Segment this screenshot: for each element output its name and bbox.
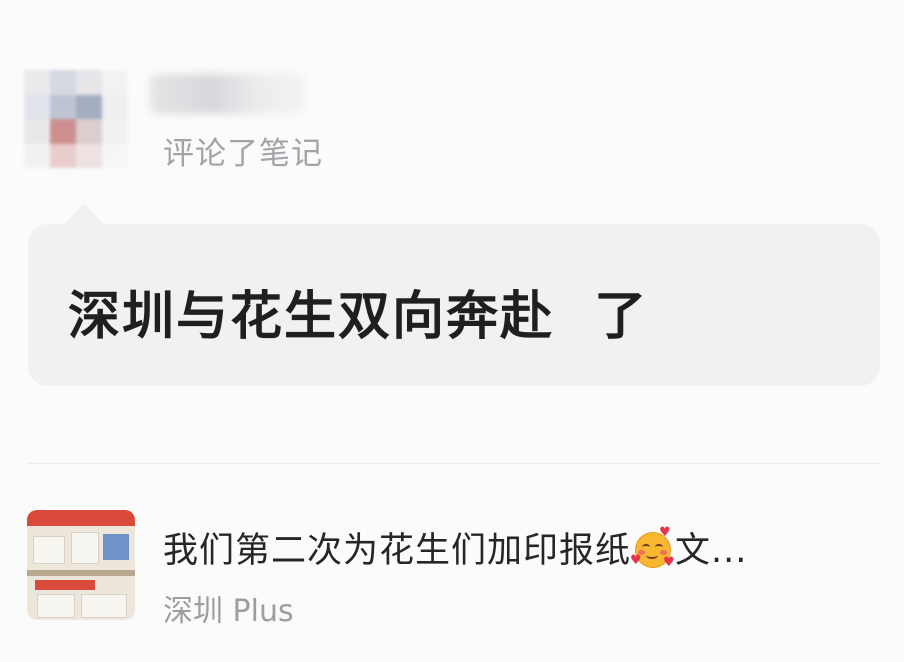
divider [28, 463, 880, 464]
comment-bubble[interactable]: 深圳与花生双向奔赴 了 [28, 224, 880, 386]
username-blurred[interactable] [150, 74, 306, 114]
thumbnail-paper [33, 536, 65, 564]
thumbnail-banner [27, 510, 135, 526]
note-title[interactable]: 我们第二次为花生们加印报纸 ♥ ♥ ♥ 文... [163, 522, 747, 573]
thumbnail-shelf [27, 570, 135, 576]
notification-page: 评论了笔记 深圳与花生双向奔赴 了 我们第二次为花生们加印报纸 ♥ ♥ ♥ 文...… [0, 0, 904, 662]
note-title-suffix: 文... [675, 531, 748, 571]
comment-text: 深圳与花生双向奔赴 了 [68, 287, 649, 347]
note-title-text: 我们第二次为花生们加印报纸 [163, 531, 632, 571]
action-text: 评论了笔记 [163, 136, 323, 172]
thumbnail-paper [71, 532, 99, 564]
thumbnail-paper [37, 594, 75, 618]
smiling-face-with-hearts-icon: ♥ ♥ ♥ [630, 525, 676, 570]
thumbnail-banner-small [35, 580, 95, 590]
note-thumbnail[interactable] [27, 510, 135, 620]
thumbnail-paper [81, 594, 127, 618]
avatar[interactable] [24, 70, 128, 168]
bubble-tail [64, 203, 104, 225]
thumbnail-poster [103, 534, 129, 560]
note-source: 深圳 Plus [163, 594, 294, 629]
